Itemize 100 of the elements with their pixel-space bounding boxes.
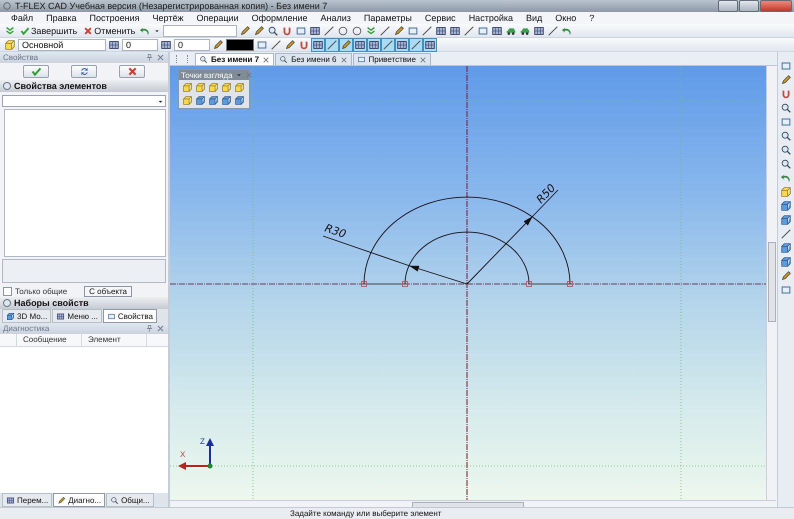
- menu-item[interactable]: Сервис: [424, 13, 456, 23]
- grid-icon[interactable]: [424, 38, 436, 50]
- grid-icon[interactable]: [160, 38, 172, 50]
- menu-item[interactable]: Оформление: [252, 13, 308, 23]
- collapse-icon[interactable]: [3, 299, 11, 307]
- cube-icon[interactable]: [195, 82, 206, 93]
- grid-icon[interactable]: [309, 24, 322, 36]
- collapse-icon[interactable]: [3, 82, 11, 90]
- grid-icon[interactable]: [354, 38, 366, 50]
- vertical-scrollbar[interactable]: [766, 66, 777, 500]
- shaded-cube-icon[interactable]: [221, 95, 232, 106]
- frame-icon[interactable]: [477, 24, 490, 36]
- cube-icon[interactable]: [182, 82, 193, 93]
- undo-icon[interactable]: [780, 172, 792, 184]
- cube-icon[interactable]: [234, 82, 245, 93]
- line-icon[interactable]: [547, 24, 560, 36]
- line-icon[interactable]: [780, 228, 792, 240]
- grid-icon[interactable]: [396, 38, 408, 50]
- number-field[interactable]: 0: [174, 38, 210, 50]
- grid-icon[interactable]: [449, 24, 462, 36]
- frame-icon[interactable]: [407, 24, 420, 36]
- circle-icon[interactable]: [351, 24, 364, 36]
- snap-point-marker[interactable]: [361, 281, 367, 287]
- cancel-button[interactable]: [119, 65, 145, 78]
- menu-item[interactable]: Построения: [90, 13, 140, 23]
- menu-item[interactable]: Вид: [526, 13, 542, 23]
- close-icon[interactable]: [156, 53, 165, 62]
- snap-point-marker[interactable]: [567, 281, 573, 287]
- menu-item[interactable]: Окно: [555, 13, 576, 23]
- shaded-cube-icon[interactable]: [234, 95, 245, 106]
- document-tab[interactable]: Без имени 6: [275, 53, 352, 65]
- maximize-button[interactable]: [739, 0, 759, 12]
- cube-icon[interactable]: [780, 186, 792, 198]
- frame-icon[interactable]: [256, 38, 268, 50]
- scrollbar-thumb[interactable]: [768, 242, 776, 322]
- close-icon[interactable]: [418, 56, 427, 64]
- line-icon[interactable]: [323, 24, 336, 36]
- line-icon[interactable]: [463, 24, 476, 36]
- snap-point-marker[interactable]: [526, 281, 532, 287]
- shaded-cube-icon[interactable]: [195, 95, 206, 106]
- zoom-icon[interactable]: [780, 144, 792, 156]
- double-chevron-icon[interactable]: [4, 24, 16, 36]
- cancel-button[interactable]: Отменить: [81, 26, 138, 36]
- menu-item[interactable]: Файл: [11, 13, 34, 23]
- zoom-icon[interactable]: [780, 102, 792, 114]
- menu-item[interactable]: Чертёж: [152, 13, 184, 23]
- pin-icon[interactable]: [145, 53, 154, 62]
- magnet-icon[interactable]: [780, 88, 792, 100]
- menu-item[interactable]: Анализ: [320, 13, 351, 23]
- panel-tab[interactable]: Меню ...: [52, 309, 102, 323]
- cube-icon[interactable]: [4, 38, 16, 50]
- shaded-cube-icon[interactable]: [780, 200, 792, 212]
- grid-icon[interactable]: [368, 38, 380, 50]
- magnet-icon[interactable]: [298, 38, 310, 50]
- menu-item[interactable]: Операции: [196, 13, 239, 23]
- zoom-icon[interactable]: [267, 24, 280, 36]
- pencil-icon[interactable]: [780, 270, 792, 282]
- frame-icon[interactable]: [295, 24, 308, 36]
- column-header[interactable]: Сообщение: [17, 334, 82, 346]
- magnet-icon[interactable]: [281, 24, 294, 36]
- pencil-icon[interactable]: [780, 74, 792, 86]
- panel-tab[interactable]: Диагно...: [53, 493, 106, 507]
- line-icon[interactable]: [410, 38, 422, 50]
- number-field[interactable]: 0: [122, 38, 158, 50]
- shaded-cube-icon[interactable]: [780, 214, 792, 226]
- frame-icon[interactable]: [780, 60, 792, 72]
- close-icon[interactable]: [156, 324, 165, 333]
- from-object-button[interactable]: С объекта: [84, 286, 132, 296]
- panel-tab[interactable]: 3D Мо...: [2, 309, 52, 323]
- document-tab[interactable]: Без имени 7: [195, 53, 274, 65]
- pencil-icon[interactable]: [340, 38, 352, 50]
- zoom-icon[interactable]: [780, 130, 792, 142]
- line-icon[interactable]: [421, 24, 434, 36]
- grid-icon[interactable]: [533, 24, 546, 36]
- menu-item[interactable]: Правка: [46, 13, 77, 23]
- cube-icon[interactable]: [208, 82, 219, 93]
- line-icon[interactable]: [379, 24, 392, 36]
- document-tab[interactable]: Приветствие: [352, 53, 431, 65]
- menu-item[interactable]: Параметры: [364, 13, 412, 23]
- apply-button[interactable]: [23, 65, 49, 78]
- frame-icon[interactable]: [780, 284, 792, 296]
- column-header[interactable]: Элемент: [82, 334, 147, 346]
- zoom-icon[interactable]: [780, 158, 792, 170]
- cube-icon[interactable]: [221, 82, 232, 93]
- line-icon[interactable]: [270, 38, 282, 50]
- grid-icon[interactable]: [435, 24, 448, 36]
- shaded-cube-icon[interactable]: [208, 95, 219, 106]
- panel-tab[interactable]: Перем...: [2, 493, 52, 507]
- refresh-button[interactable]: [71, 65, 97, 78]
- element-dropdown[interactable]: [2, 95, 166, 107]
- circle-icon[interactable]: [337, 24, 350, 36]
- minimize-button[interactable]: [718, 0, 738, 12]
- panel-tab[interactable]: Общи...: [106, 493, 154, 507]
- line-icon[interactable]: [326, 38, 338, 50]
- finish-button[interactable]: Завершить: [18, 26, 80, 36]
- layer-combo[interactable]: Основной: [18, 38, 106, 50]
- snap-point-marker[interactable]: [402, 281, 408, 287]
- panel-tab[interactable]: Свойства: [102, 309, 157, 323]
- shaded-cube-icon[interactable]: [780, 242, 792, 254]
- checkbox[interactable]: [3, 286, 12, 296]
